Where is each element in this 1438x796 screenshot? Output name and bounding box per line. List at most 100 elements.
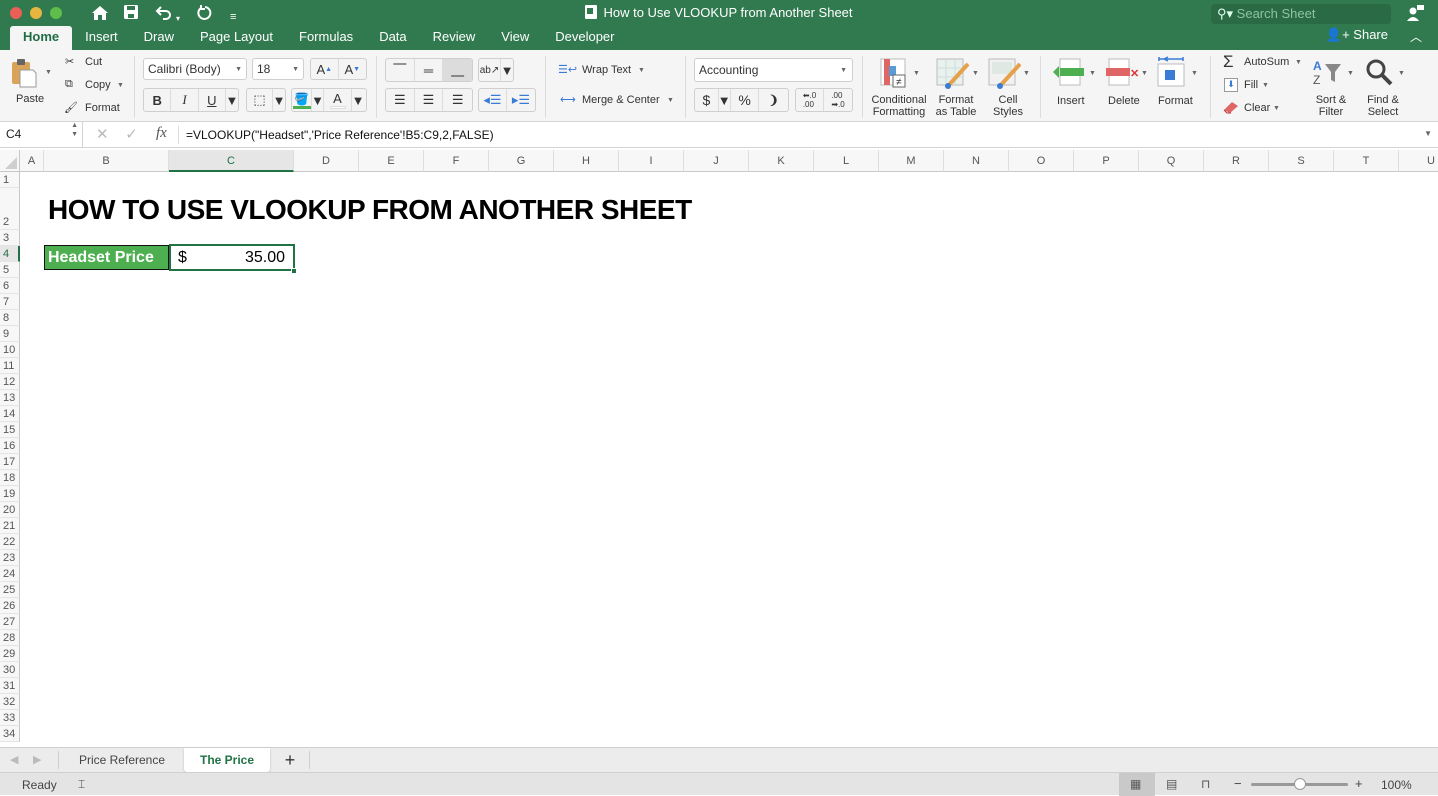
copy-button[interactable]: Copy <box>85 79 111 91</box>
percent-button[interactable]: % <box>731 89 760 111</box>
align-middle-button[interactable]: ═ <box>415 59 444 81</box>
zoom-slider-thumb[interactable] <box>1293 778 1306 790</box>
column-header-m[interactable]: M <box>879 150 944 172</box>
select-all-button[interactable] <box>0 150 20 172</box>
row-header-1[interactable]: 1 <box>0 172 20 188</box>
column-header-h[interactable]: H <box>554 150 619 172</box>
tab-review[interactable]: Review <box>420 26 489 50</box>
chevron-down-icon[interactable]: ▼ <box>1398 70 1405 77</box>
increase-indent-button[interactable]: ▸☰ <box>507 89 535 111</box>
tab-draw[interactable]: Draw <box>131 26 187 50</box>
row-header-33[interactable]: 33 <box>0 710 20 726</box>
insert-cells-button[interactable]: Insert <box>1057 95 1085 107</box>
name-box[interactable]: C4 ▲ ▼ <box>0 122 83 147</box>
page-break-view-icon[interactable]: ⊓ <box>1201 777 1210 791</box>
bold-button[interactable]: B <box>144 89 172 111</box>
tab-home[interactable]: Home <box>10 26 73 50</box>
column-header-e[interactable]: E <box>359 150 424 172</box>
row-header-13[interactable]: 13 <box>0 390 20 406</box>
add-sheet-button[interactable]: + <box>272 748 308 772</box>
tab-data[interactable]: Data <box>366 26 419 50</box>
tab-developer[interactable]: Developer <box>542 26 627 50</box>
row-header-32[interactable]: 32 <box>0 694 20 710</box>
row-header-5[interactable]: 5 <box>0 262 20 278</box>
row-header-24[interactable]: 24 <box>0 566 20 582</box>
copy-dropdown-icon[interactable]: ▼ <box>117 82 124 89</box>
column-header-u[interactable]: U <box>1399 150 1438 172</box>
share-button[interactable]: 👤+ Share <box>1326 27 1388 43</box>
tab-formulas[interactable]: Formulas <box>286 26 366 50</box>
sort-filter-button[interactable]: Sort & Filter <box>1310 94 1352 118</box>
column-header-t[interactable]: T <box>1334 150 1399 172</box>
column-header-f[interactable]: F <box>424 150 489 172</box>
zoom-in-button[interactable]: + <box>1355 776 1363 791</box>
fill-handle[interactable] <box>291 268 297 274</box>
row-header-20[interactable]: 20 <box>0 502 20 518</box>
cell-c4-value[interactable]: $ 35.00 <box>169 244 295 271</box>
row-header-7[interactable]: 7 <box>0 294 20 310</box>
column-header-a[interactable]: A <box>20 150 44 172</box>
number-format-select[interactable]: Accounting ▼ <box>694 58 853 82</box>
row-header-26[interactable]: 26 <box>0 598 20 614</box>
row-header-18[interactable]: 18 <box>0 470 20 486</box>
autosum-dropdown-icon[interactable]: ▼ <box>1295 59 1302 66</box>
row-header-28[interactable]: 28 <box>0 630 20 646</box>
underline-button[interactable]: U <box>199 89 226 111</box>
chevron-down-icon[interactable]: ▼ <box>1141 70 1148 77</box>
cell-styles-button[interactable]: Cell Styles <box>984 94 1032 118</box>
row-header-12[interactable]: 12 <box>0 374 20 390</box>
name-box-stepper-icon[interactable]: ▲ ▼ <box>71 121 78 139</box>
row-header-3[interactable]: 3 <box>0 230 20 246</box>
decrease-indent-button[interactable]: ◂☰ <box>479 89 508 111</box>
row-header-4[interactable]: 4 <box>0 246 20 262</box>
clear-button[interactable]: Clear <box>1244 102 1270 114</box>
chevron-down-icon[interactable]: ▼ <box>1023 70 1030 77</box>
column-header-r[interactable]: R <box>1204 150 1269 172</box>
format-cells-button[interactable]: Format <box>1158 95 1193 107</box>
zoom-window-button[interactable] <box>50 7 62 19</box>
conditional-formatting-button[interactable]: Conditional Formatting <box>868 94 930 118</box>
macro-record-icon[interactable]: ⌶ <box>78 777 85 792</box>
row-header-21[interactable]: 21 <box>0 518 20 534</box>
fill-button[interactable]: Fill <box>1244 79 1258 91</box>
font-name-select[interactable]: Calibri (Body) ▼ <box>143 58 247 80</box>
currency-dropdown-icon[interactable]: ▼ <box>718 89 731 111</box>
column-header-o[interactable]: O <box>1009 150 1074 172</box>
close-window-button[interactable] <box>10 7 22 19</box>
clear-dropdown-icon[interactable]: ▼ <box>1273 105 1280 112</box>
paste-icon[interactable] <box>11 58 37 91</box>
row-header-11[interactable]: 11 <box>0 358 20 374</box>
column-header-i[interactable]: I <box>619 150 684 172</box>
cancel-icon[interactable]: ✕ <box>96 126 109 143</box>
increase-decimal-button[interactable]: ⬅.0.00 <box>796 89 825 111</box>
zoom-out-button[interactable]: − <box>1234 776 1242 791</box>
align-center-button[interactable]: ☰ <box>415 89 444 111</box>
row-header-2[interactable]: 2 <box>0 188 20 230</box>
minimize-window-button[interactable] <box>30 7 42 19</box>
column-header-b[interactable]: B <box>44 150 169 172</box>
borders-button[interactable]: ⬚ ▼ <box>246 88 286 112</box>
font-color-button[interactable]: A <box>324 89 352 111</box>
row-header-15[interactable]: 15 <box>0 422 20 438</box>
increase-font-size-button[interactable]: A ▲ <box>311 59 339 79</box>
formula-input[interactable]: =VLOOKUP("Headset",'Price Reference'!B5:… <box>186 128 494 142</box>
cut-button[interactable]: Cut <box>85 56 102 68</box>
decrease-font-size-button[interactable]: A ▼ <box>339 59 366 79</box>
align-top-button[interactable]: ⎺ <box>386 59 415 81</box>
font-size-select[interactable]: 18 ▼ <box>252 58 304 80</box>
sheet-tab-price-reference[interactable]: Price Reference <box>62 748 182 772</box>
row-header-14[interactable]: 14 <box>0 406 20 422</box>
tab-page-layout[interactable]: Page Layout <box>187 26 286 50</box>
column-header-q[interactable]: Q <box>1139 150 1204 172</box>
column-header-l[interactable]: L <box>814 150 879 172</box>
row-header-29[interactable]: 29 <box>0 646 20 662</box>
cell-b2-title[interactable]: HOW TO USE VLOOKUP FROM ANOTHER SHEET <box>48 194 692 226</box>
row-header-17[interactable]: 17 <box>0 454 20 470</box>
enter-icon[interactable]: ✓ <box>125 126 138 143</box>
wrap-text-dropdown-icon[interactable]: ▼ <box>638 67 645 74</box>
italic-button[interactable]: I <box>171 89 199 111</box>
fill-color-dropdown-icon[interactable]: ▼ <box>311 89 324 111</box>
chevron-down-icon[interactable]: ▼ <box>1089 70 1096 77</box>
column-header-s[interactable]: S <box>1269 150 1334 172</box>
merge-center-button[interactable]: Merge & Center <box>582 94 660 106</box>
